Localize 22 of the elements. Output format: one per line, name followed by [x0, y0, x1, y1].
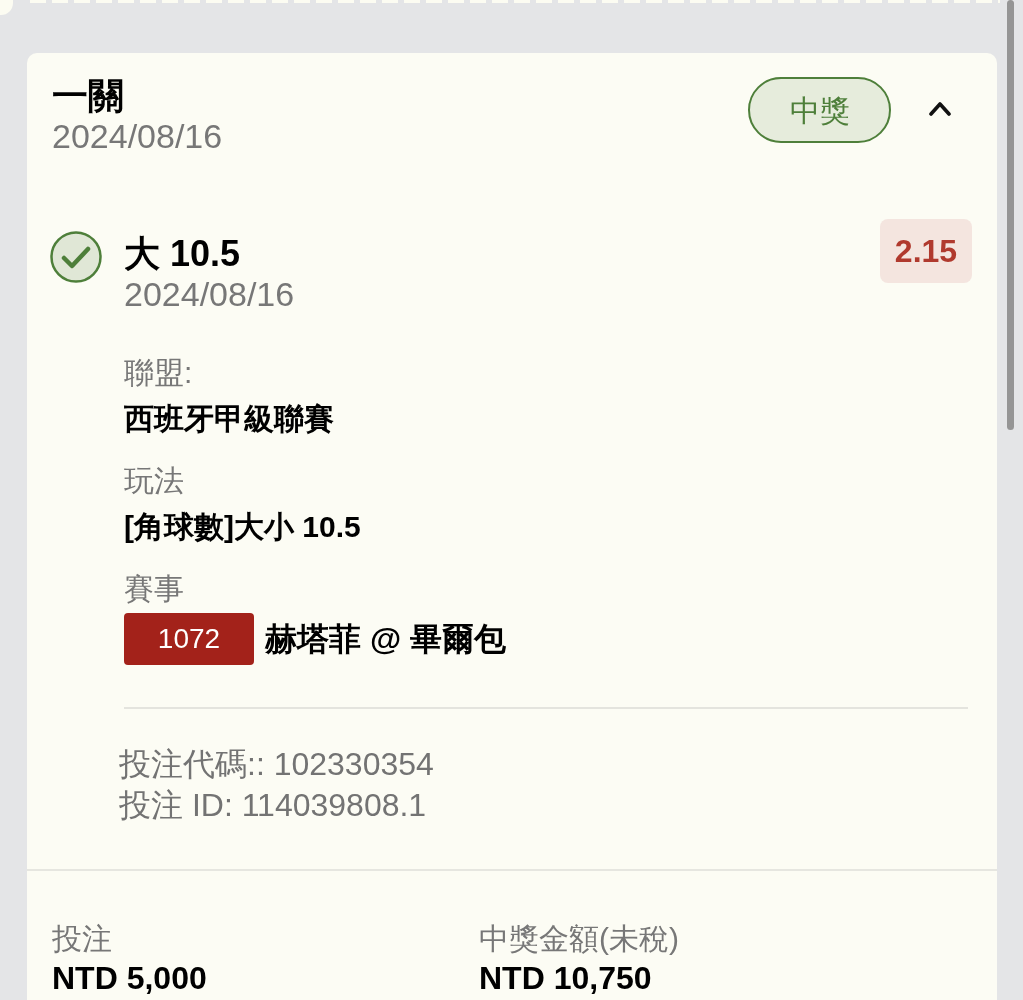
detail-value: 西班牙甲級聯賽 — [124, 401, 334, 437]
selection-date: 2024/08/16 — [124, 275, 295, 313]
chevron-up-icon[interactable] — [928, 100, 952, 116]
odds-badge: 2.15 — [880, 219, 972, 283]
summary-label: 中獎金額(未稅) — [479, 921, 679, 957]
previous-card-corner — [0, 0, 13, 15]
selection-title: 大 10.5 — [124, 233, 241, 275]
summary-value: NTD 10,750 — [479, 959, 652, 997]
match-code-badge: 1072 — [124, 613, 254, 665]
bet-date: 2024/08/16 — [52, 116, 223, 156]
match-teams: 赫塔菲 @ 畢爾包 — [265, 620, 506, 659]
detail-label: 玩法 — [124, 463, 184, 499]
detail-label: 賽事 — [124, 571, 184, 607]
detail-value: [角球數]大小 10.5 — [124, 509, 361, 545]
reference-text: 投注代碼:: 102330354 — [119, 745, 434, 784]
reference-text: 投注 ID: 114039808.1 — [119, 786, 427, 825]
status-badge: 中獎 — [748, 77, 891, 143]
summary-value: NTD 5,000 — [52, 959, 207, 997]
summary-label: 投注 — [52, 921, 112, 957]
detail-label: 聯盟: — [124, 355, 193, 391]
bet-title: 一關 — [52, 76, 124, 116]
scrollbar-thumb[interactable] — [1007, 0, 1014, 430]
